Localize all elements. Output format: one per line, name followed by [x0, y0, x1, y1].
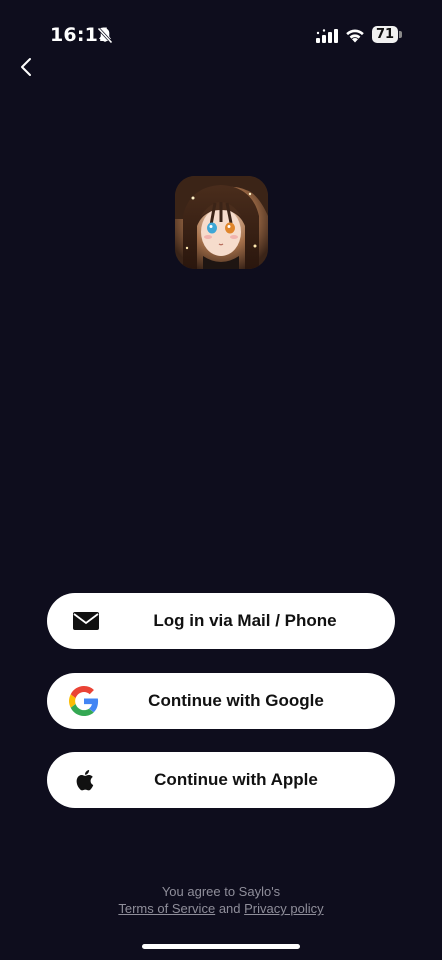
anime-girl-logo-image: [175, 176, 268, 269]
app-logo: [175, 176, 268, 269]
back-button[interactable]: [12, 52, 42, 82]
bell-off-icon: [97, 27, 113, 44]
continue-google-label: Continue with Google: [148, 691, 324, 710]
home-indicator[interactable]: [142, 944, 300, 949]
signal-icon: [316, 29, 338, 43]
continue-google-button[interactable]: Continue with Google: [47, 673, 395, 729]
continue-apple-label: Continue with Apple: [154, 770, 318, 789]
status-bar: 16:11 71: [0, 0, 442, 60]
login-mail-phone-button[interactable]: Log in via Mail / Phone: [47, 593, 395, 649]
agreement-links: Terms of Service and Privacy policy: [0, 900, 442, 917]
wifi-icon: [346, 29, 364, 43]
and-text: and: [218, 901, 241, 916]
continue-apple-button[interactable]: Continue with Apple: [47, 752, 395, 808]
battery-level: 71: [372, 26, 398, 43]
battery-icon: 71: [372, 26, 402, 44]
agreement-text: You agree to Saylo's: [161, 884, 281, 899]
chevron-left-icon: [21, 58, 31, 76]
battery-tip: [399, 31, 402, 38]
privacy-policy-link[interactable]: Privacy policy: [244, 901, 323, 916]
login-mail-phone-label: Log in via Mail / Phone: [153, 611, 337, 630]
terms-of-service-link[interactable]: Terms of Service: [118, 901, 215, 916]
